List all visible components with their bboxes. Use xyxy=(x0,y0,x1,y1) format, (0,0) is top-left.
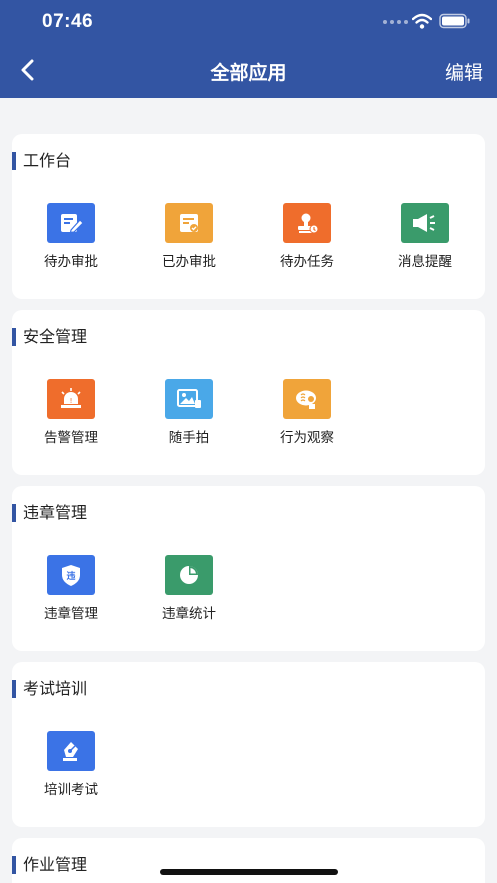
app-label: 消息提醒 xyxy=(398,254,452,270)
app-label: 违章管理 xyxy=(44,606,98,622)
app-label: 告警管理 xyxy=(44,430,98,446)
app-pending-approval[interactable]: 待办审批 xyxy=(12,203,130,270)
app-label: 随手拍 xyxy=(168,430,210,446)
page-title: 全部应用 xyxy=(210,62,287,84)
section-title: 工作台 xyxy=(12,152,71,170)
alarm-light-icon: ! xyxy=(47,379,95,419)
section-violation-management: 违章管理 违 违章管理 违章统计 xyxy=(12,486,485,651)
section-title: 违章管理 xyxy=(12,504,87,522)
section-safety-management: 安全管理 ! 告警管理 随手拍 行为观察 xyxy=(12,310,485,475)
document-check-icon xyxy=(165,203,213,243)
app-label: 待办任务 xyxy=(280,254,334,270)
pie-chart-icon xyxy=(165,555,213,595)
app-label: 待办审批 xyxy=(44,254,98,270)
section-work-management: 作业管理 xyxy=(12,838,485,883)
app-label: 已办审批 xyxy=(162,254,216,270)
edit-button[interactable]: 编辑 xyxy=(445,58,483,85)
app-training-exam[interactable]: 培训考试 xyxy=(12,731,130,798)
status-time: 07:46 xyxy=(42,11,94,32)
section-title: 作业管理 xyxy=(12,856,87,874)
svg-text:!: ! xyxy=(70,397,73,405)
megaphone-icon xyxy=(401,203,449,243)
pen-nib-icon xyxy=(47,731,95,771)
app-alarm-management[interactable]: ! 告警管理 xyxy=(12,379,130,446)
app-pending-task[interactable]: 待办任务 xyxy=(248,203,366,270)
app-label: 行为观察 xyxy=(280,430,334,446)
top-bar: 07:46 全部应用 编辑 xyxy=(0,0,497,98)
edit-document-icon xyxy=(47,203,95,243)
observe-icon xyxy=(283,379,331,419)
section-title: 安全管理 xyxy=(12,328,87,346)
svg-text:违: 违 xyxy=(66,570,75,582)
app-message-reminder[interactable]: 消息提醒 xyxy=(366,203,484,270)
app-label: 违章统计 xyxy=(162,606,216,622)
app-violation-statistics[interactable]: 违章统计 xyxy=(130,555,248,622)
wifi-icon xyxy=(412,13,432,29)
app-violation-management[interactable]: 违 违章管理 xyxy=(12,555,130,622)
stamp-icon xyxy=(283,203,331,243)
section-title: 考试培训 xyxy=(12,680,87,698)
app-completed-approval[interactable]: 已办审批 xyxy=(130,203,248,270)
app-label: 培训考试 xyxy=(44,782,98,798)
violation-shield-icon: 违 xyxy=(47,555,95,595)
app-snapshot[interactable]: 随手拍 xyxy=(130,379,248,446)
battery-icon xyxy=(439,13,470,29)
section-exam-training: 考试培训 培训考试 xyxy=(12,662,485,827)
signal-icon xyxy=(383,20,408,24)
home-indicator xyxy=(160,869,338,875)
section-workbench: 工作台 待办审批 已办审批 待办任务 消息提醒 xyxy=(12,134,485,299)
photo-icon xyxy=(165,379,213,419)
app-behavior-observation[interactable]: 行为观察 xyxy=(248,379,366,446)
